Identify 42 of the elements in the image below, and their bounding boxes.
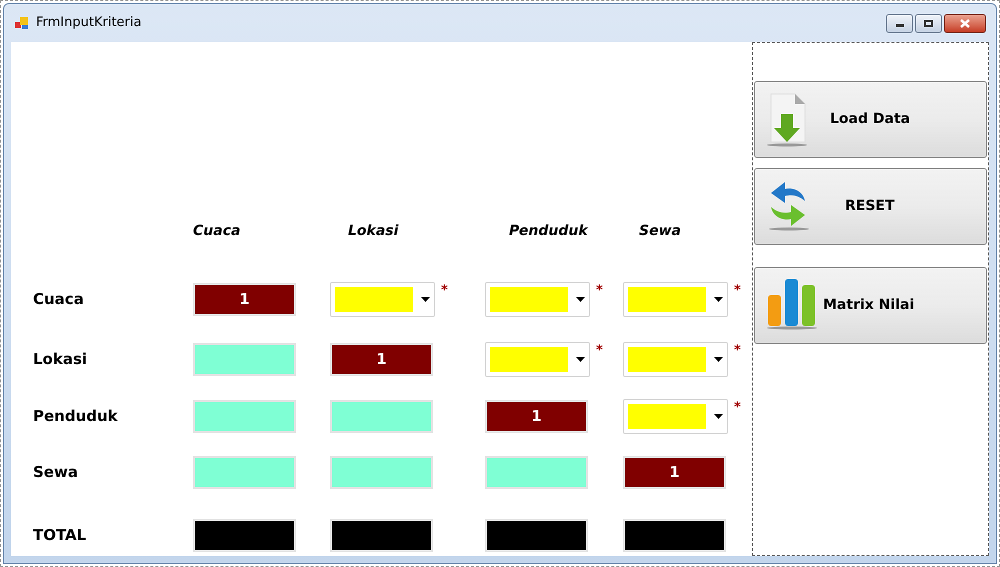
dropdown-arrow-icon bbox=[714, 297, 723, 302]
row-label: Sewa bbox=[33, 463, 78, 482]
action-button[interactable]: Matrix Nilai bbox=[754, 267, 987, 344]
column-header: Cuaca bbox=[193, 222, 240, 238]
column-header: Sewa bbox=[639, 222, 681, 238]
total-label: TOTAL bbox=[33, 526, 86, 544]
value-dropdown[interactable] bbox=[623, 399, 728, 434]
dropdown-arrow-icon bbox=[576, 357, 585, 362]
matrix-cell: 1 bbox=[193, 283, 296, 316]
value-dropdown[interactable] bbox=[623, 282, 728, 317]
required-mark: * bbox=[734, 344, 741, 357]
column-header: Lokasi bbox=[348, 222, 398, 238]
close-button[interactable] bbox=[944, 14, 986, 32]
bar-chart-icon bbox=[765, 278, 819, 330]
required-mark: * bbox=[596, 344, 603, 357]
app-icon bbox=[14, 15, 30, 31]
column-header: Penduduk bbox=[509, 222, 588, 238]
dropdown-arrow-icon bbox=[714, 357, 723, 362]
matrix-cell: 1 bbox=[485, 400, 588, 433]
required-mark: * bbox=[734, 401, 741, 414]
dropdown-arrow-icon bbox=[576, 297, 585, 302]
row-label: Cuaca bbox=[33, 290, 84, 308]
download-icon bbox=[765, 92, 809, 148]
dropdown-arrow-icon bbox=[714, 414, 723, 419]
matrix-cell: 1 bbox=[330, 343, 433, 376]
minimize-button[interactable] bbox=[886, 14, 913, 32]
required-mark: * bbox=[441, 284, 448, 297]
value-dropdown[interactable] bbox=[485, 282, 590, 317]
dropdown-arrow-icon bbox=[421, 297, 430, 302]
action-button[interactable]: Load Data bbox=[754, 81, 987, 158]
required-mark: * bbox=[734, 284, 741, 297]
value-dropdown[interactable] bbox=[623, 342, 728, 377]
maximize-button[interactable] bbox=[915, 14, 942, 32]
row-label: Lokasi bbox=[33, 350, 88, 368]
value-dropdown[interactable] bbox=[330, 282, 435, 317]
required-mark: * bbox=[596, 284, 603, 297]
matrix-cell: 1 bbox=[623, 456, 726, 489]
window-title: FrmInputKriteria bbox=[36, 14, 142, 32]
close-icon bbox=[960, 18, 970, 28]
row-label: Penduduk bbox=[33, 407, 118, 426]
value-dropdown[interactable] bbox=[485, 342, 590, 377]
action-button[interactable]: RESET bbox=[754, 168, 987, 245]
